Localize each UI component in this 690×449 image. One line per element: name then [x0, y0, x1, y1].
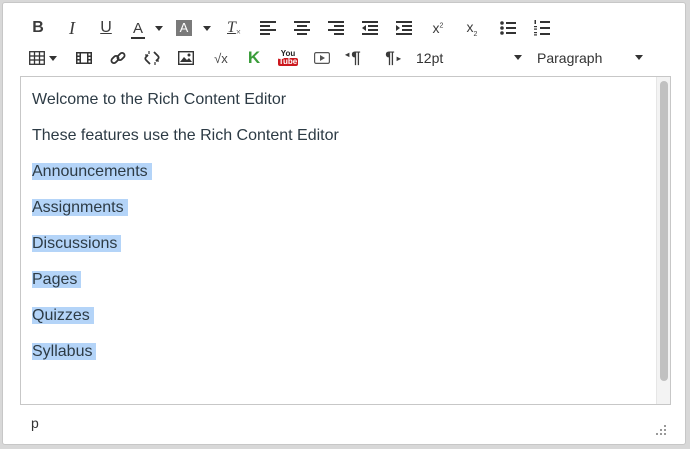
youtube-icon: You Tube: [277, 50, 299, 66]
align-left-button[interactable]: [257, 14, 279, 42]
background-color-dropdown[interactable]: [201, 14, 213, 42]
selected-text: Syllabus: [32, 343, 97, 360]
clear-formatting-button[interactable]: T×: [223, 14, 245, 42]
numbered-list-icon: [534, 20, 550, 36]
background-color-button[interactable]: A: [173, 14, 195, 42]
equation-icon: √x: [214, 50, 228, 66]
paragraph-features[interactable]: These features use the Rich Content Edit…: [32, 126, 339, 146]
link-button[interactable]: [107, 44, 129, 72]
vertical-scrollbar[interactable]: [656, 77, 670, 404]
superscript-num: 2: [439, 22, 444, 30]
table-icon: [29, 51, 45, 65]
chevron-down-icon: [203, 25, 211, 31]
media-icon: [76, 52, 92, 64]
subscript-button[interactable]: x2: [461, 14, 483, 42]
rtl-paragraph-button[interactable]: ¶ ▸: [379, 44, 401, 72]
block-format-value: Paragraph: [537, 50, 603, 66]
indent-icon: [396, 21, 412, 35]
editor-statusbar: p: [3, 406, 685, 444]
paragraph-text: These features use the Rich Content Edit…: [32, 127, 339, 144]
align-right-icon: [328, 21, 344, 35]
video-icon: [314, 52, 330, 64]
bullet-list-button[interactable]: [497, 14, 519, 42]
element-path[interactable]: p: [31, 415, 39, 431]
selected-text: Announcements: [32, 163, 152, 180]
ltr-paragraph-icon: ¶ ◂: [345, 48, 361, 67]
rtl-paragraph-icon: ¶ ▸: [385, 48, 401, 67]
image-icon: [178, 51, 194, 65]
paragraph-pages[interactable]: Pages: [32, 270, 82, 290]
subscript-icon: x2: [467, 19, 478, 38]
superscript-icon: x2: [433, 20, 444, 36]
numbered-list-button[interactable]: [531, 14, 553, 42]
align-left-icon: [260, 21, 276, 35]
outdent-icon: [362, 21, 378, 35]
image-button[interactable]: [175, 44, 197, 72]
subscript-glyph: x: [466, 18, 474, 35]
youtube-glyph-bottom: Tube: [277, 57, 299, 66]
align-right-button[interactable]: [325, 14, 347, 42]
video-button[interactable]: [311, 44, 333, 72]
chevron-down-icon: [514, 55, 522, 60]
italic-icon: I: [69, 17, 75, 38]
paragraph-welcome[interactable]: Welcome to the Rich Content Editor: [32, 90, 286, 110]
font-color-icon: A: [130, 19, 145, 39]
selected-text: Pages: [32, 271, 82, 288]
font-color-glyph: A: [132, 19, 143, 37]
media-button[interactable]: [73, 44, 95, 72]
chevron-down-icon: [49, 55, 57, 61]
superscript-button[interactable]: x2: [427, 14, 449, 42]
background-color-icon: A: [176, 20, 192, 36]
background-color-glyph: A: [179, 20, 189, 35]
font-size-select[interactable]: 12pt: [416, 44, 522, 72]
ltr-paragraph-glyph: ¶: [351, 48, 361, 67]
align-center-button[interactable]: [291, 14, 313, 42]
clear-formatting-icon: T×: [227, 19, 241, 37]
selected-text: Quizzes: [32, 307, 94, 324]
paragraph-text: Welcome to the Rich Content Editor: [32, 91, 287, 108]
youtube-button[interactable]: You Tube: [277, 44, 299, 72]
block-format-select[interactable]: Paragraph: [537, 44, 643, 72]
table-button[interactable]: [27, 44, 59, 72]
font-size-value: 12pt: [416, 50, 444, 66]
paragraph-announcements[interactable]: Announcements: [32, 162, 152, 182]
resize-handle-icon[interactable]: [655, 424, 667, 436]
bold-button[interactable]: B: [27, 14, 49, 42]
selected-text: Discussions: [32, 235, 122, 252]
chevron-down-icon: [155, 25, 163, 31]
paragraph-assignments[interactable]: Assignments: [32, 198, 128, 218]
underline-icon: U: [100, 19, 112, 36]
superscript-glyph: x: [432, 20, 440, 36]
chevron-down-icon: [635, 55, 643, 60]
font-color-dropdown[interactable]: [153, 14, 165, 42]
align-center-icon: [294, 21, 310, 35]
clear-formatting-glyph: T: [227, 19, 236, 36]
rtl-paragraph-glyph: ¶: [385, 48, 395, 67]
underline-button[interactable]: U: [95, 14, 117, 42]
unlink-icon: [144, 51, 160, 65]
kaltura-icon: K: [247, 48, 261, 67]
italic-button[interactable]: I: [61, 14, 83, 42]
paragraph-quizzes[interactable]: Quizzes: [32, 306, 94, 326]
kaltura-button[interactable]: K: [243, 44, 265, 72]
font-color-button[interactable]: A: [127, 14, 149, 42]
outdent-button[interactable]: [359, 14, 381, 42]
subscript-num: 2: [473, 30, 478, 38]
editor-content-area[interactable]: Welcome to the Rich Content Editor These…: [20, 76, 671, 405]
ltr-paragraph-button[interactable]: ¶ ◂: [345, 44, 367, 72]
bullet-list-icon: [500, 21, 516, 35]
scrollbar-thumb[interactable]: [660, 81, 668, 381]
indent-button[interactable]: [393, 14, 415, 42]
bold-icon: B: [32, 19, 44, 36]
link-icon: [110, 52, 126, 64]
paragraph-syllabus[interactable]: Syllabus: [32, 342, 97, 362]
paragraph-discussions[interactable]: Discussions: [32, 234, 122, 254]
selected-text: Assignments: [32, 199, 128, 216]
equation-button[interactable]: √x: [209, 44, 233, 72]
rich-content-editor: B I U A A T× x2 x2 √x K You Tube ¶ ◂ ¶ ▸…: [2, 2, 686, 445]
unlink-button[interactable]: [141, 44, 163, 72]
